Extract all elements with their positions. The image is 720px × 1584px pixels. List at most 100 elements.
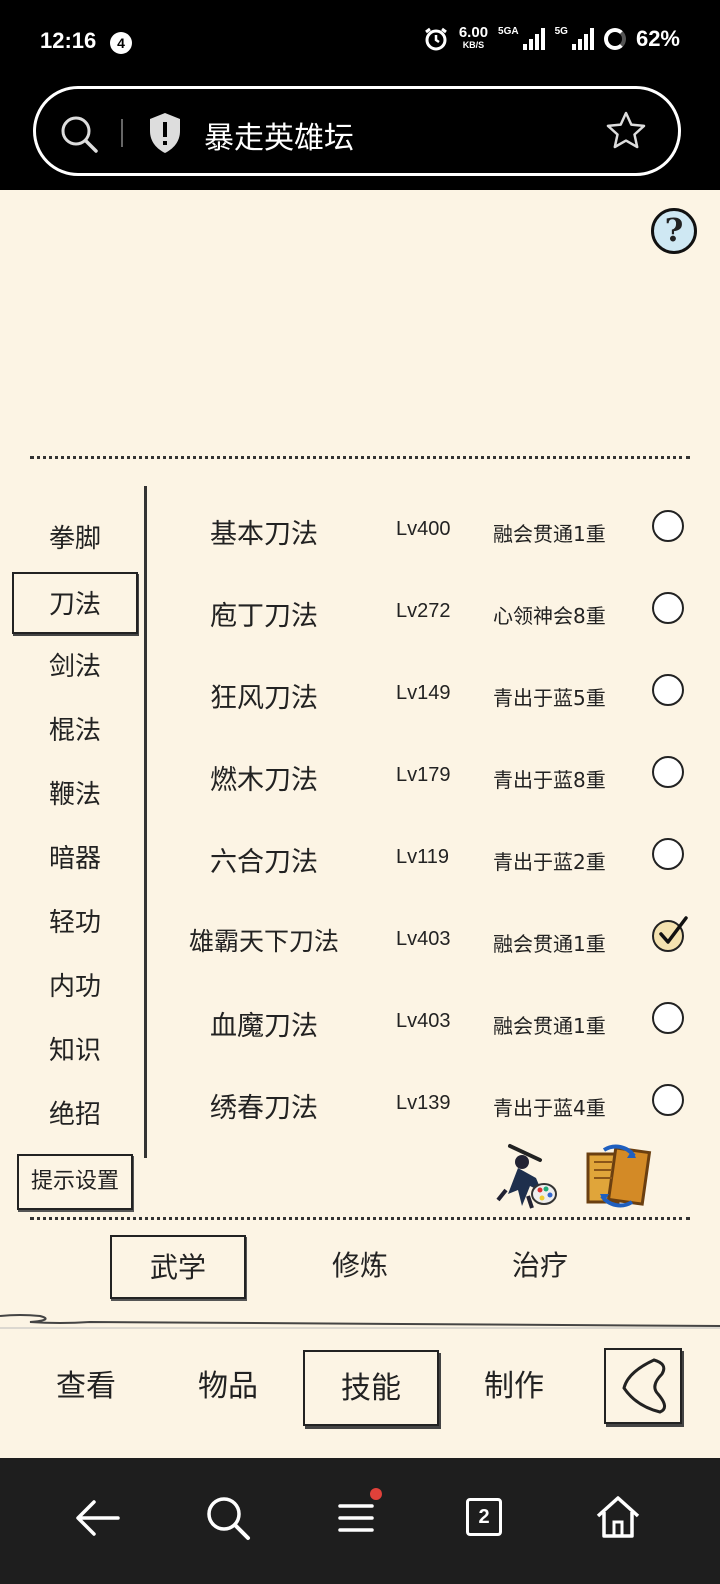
home-nav-button[interactable] <box>588 1488 648 1548</box>
skill-name: 庖丁刀法 <box>210 601 318 632</box>
skill-level: Lv149 <box>396 682 451 704</box>
skill-name: 燃木刀法 <box>210 765 318 796</box>
skill-row[interactable]: 庖丁刀法 Lv272 心领神会8重 <box>150 570 710 652</box>
category-qinggong[interactable]: 轻功 <box>12 892 138 954</box>
exchange-book-icon[interactable] <box>582 1140 654 1212</box>
skill-level: Lv272 <box>396 600 451 622</box>
brush-divider <box>0 1314 720 1329</box>
back-chevron-icon <box>622 1358 666 1414</box>
menu-nav-button[interactable] <box>326 1488 386 1548</box>
divider <box>30 1217 690 1220</box>
tab-xiulian[interactable]: 修炼 <box>292 1235 428 1299</box>
category-gunfa[interactable]: 棍法 <box>12 700 138 762</box>
equip-radio[interactable] <box>652 838 684 870</box>
skill-level: Lv119 <box>396 846 450 868</box>
search-icon[interactable] <box>58 113 100 155</box>
category-jianfa[interactable]: 剑法 <box>12 636 138 698</box>
equip-radio[interactable] <box>652 674 684 706</box>
network-speed-unit: KB/S <box>462 40 485 50</box>
equip-radio[interactable] <box>652 756 684 788</box>
divider <box>121 119 123 147</box>
equip-radio[interactable] <box>652 510 684 542</box>
hint-settings-button[interactable]: 提示设置 <box>17 1154 133 1210</box>
skill-row[interactable]: 燃木刀法 Lv179 青出于蓝8重 <box>150 734 710 816</box>
skill-name: 血魔刀法 <box>210 1011 318 1042</box>
skill-row[interactable]: 基本刀法 Lv400 融会贯通1重 <box>150 488 710 570</box>
category-bianfa[interactable]: 鞭法 <box>12 764 138 826</box>
skill-name: 雄霸天下刀法 <box>188 927 339 956</box>
notification-dot <box>370 1488 382 1500</box>
search-nav-button[interactable] <box>198 1488 258 1548</box>
shield-icon[interactable] <box>146 111 184 155</box>
skill-rank: 青出于蓝5重 <box>493 686 606 710</box>
tabs-nav-button[interactable]: 2 <box>456 1488 516 1548</box>
status-bar: 12:16 4 6.00 KB/S 5GA 5G 62% <box>0 0 720 84</box>
back-button[interactable] <box>604 1348 682 1424</box>
skill-level: Lv179 <box>396 764 451 786</box>
back-arrow-icon <box>76 1500 120 1536</box>
skill-row[interactable]: 狂风刀法 Lv149 青出于蓝5重 <box>150 652 710 734</box>
checkmark-icon <box>659 916 688 944</box>
equip-radio[interactable] <box>652 592 684 624</box>
skill-rank: 融会贯通1重 <box>493 1014 606 1038</box>
skill-name: 基本刀法 <box>210 519 318 550</box>
skill-name: 绣春刀法 <box>210 1093 318 1124</box>
skill-rank: 青出于蓝4重 <box>493 1096 606 1120</box>
page-title[interactable]: 暴走英雄坛 <box>204 113 354 157</box>
skill-rank: 青出于蓝2重 <box>493 850 606 874</box>
skill-level: Lv403 <box>396 928 451 950</box>
alarm-icon <box>424 27 447 51</box>
tab-wuxue[interactable]: 武学 <box>110 1235 246 1299</box>
back-nav-button[interactable] <box>68 1488 128 1548</box>
skill-rank: 青出于蓝8重 <box>493 768 606 792</box>
signal-icon <box>571 28 594 50</box>
signal-icon <box>522 28 545 50</box>
home-icon <box>596 1496 640 1538</box>
status-right: 6.00 KB/S 5GA 5G 62% <box>423 25 680 52</box>
game-panel: ? 拳脚 刀法 剑法 棍法 鞭法 暗器 轻功 内功 知识 绝招 提示设置 基本刀… <box>0 190 720 1458</box>
star-icon[interactable] <box>604 109 648 153</box>
category-zhishi[interactable]: 知识 <box>12 1020 138 1082</box>
nav-wupin[interactable]: 物品 <box>160 1350 296 1426</box>
skill-rank: 心领神会8重 <box>493 604 606 628</box>
equip-radio[interactable] <box>652 1002 684 1034</box>
status-time: 12:16 <box>40 28 97 53</box>
skill-rank: 融会贯通1重 <box>493 522 606 546</box>
skill-row[interactable]: 六合刀法 Lv119 青出于蓝2重 <box>150 816 710 898</box>
skill-level: Lv139 <box>396 1092 451 1114</box>
nav-jineng[interactable]: 技能 <box>303 1350 439 1426</box>
nav-chakan[interactable]: 查看 <box>18 1350 154 1426</box>
search-icon <box>207 1497 250 1540</box>
equip-radio[interactable] <box>652 1084 684 1116</box>
martial-artist-icon[interactable] <box>492 1140 564 1212</box>
address-bar[interactable]: 暴走英雄坛 <box>33 86 681 176</box>
category-juezhao[interactable]: 绝招 <box>12 1084 138 1146</box>
sim1-label: 5GA <box>498 26 519 37</box>
network-speed: 6.00 KB/S <box>459 25 488 51</box>
battery-percent: 62% <box>635 26 680 51</box>
sim2-label: 5G <box>554 26 568 37</box>
skill-rank: 融会贯通1重 <box>493 932 606 956</box>
tabs-icon: 2 <box>466 1498 502 1536</box>
category-quanjiao[interactable]: 拳脚 <box>12 508 138 570</box>
skill-level: Lv403 <box>396 1010 451 1032</box>
skill-name: 六合刀法 <box>210 847 318 878</box>
battery-icon <box>603 28 626 50</box>
browser-header: 暴走英雄坛 <box>0 84 720 190</box>
skill-row[interactable]: 血魔刀法 Lv403 融会贯通1重 <box>150 980 710 1062</box>
divider <box>144 486 147 1158</box>
tab-zhiliao[interactable]: 治疗 <box>472 1235 608 1299</box>
category-anqi[interactable]: 暗器 <box>12 828 138 890</box>
help-icon[interactable]: ? <box>651 208 697 254</box>
nav-zhizuo[interactable]: 制作 <box>446 1350 582 1426</box>
divider <box>30 456 690 459</box>
category-neigong[interactable]: 内功 <box>12 956 138 1018</box>
skill-level: Lv400 <box>396 518 451 540</box>
browser-toolbar: 2 <box>0 1458 720 1584</box>
skill-row[interactable]: 绣春刀法 Lv139 青出于蓝4重 <box>150 1062 710 1144</box>
category-daofa[interactable]: 刀法 <box>12 572 138 634</box>
notification-badge: 4 <box>110 32 132 54</box>
equip-radio-checked[interactable] <box>652 916 688 952</box>
skill-row[interactable]: 雄霸天下刀法 Lv403 融会贯通1重 <box>150 898 710 980</box>
skill-name: 狂风刀法 <box>210 683 318 714</box>
